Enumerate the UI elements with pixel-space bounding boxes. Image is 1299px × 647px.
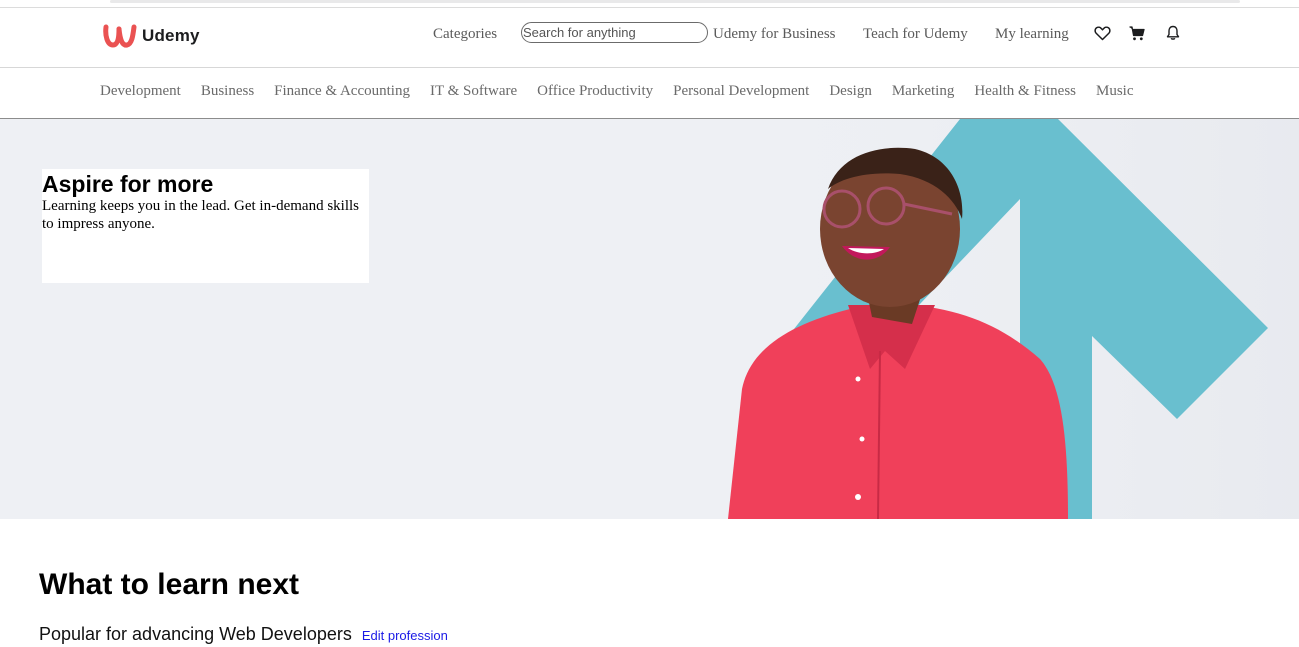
site-header: Udemy Categories Udemy for Business Teac… xyxy=(0,8,1299,68)
category-development[interactable]: Development xyxy=(100,83,181,100)
udemy-logo-icon xyxy=(103,24,137,48)
hero-subtitle: Learning keeps you in the lead. Get in-d… xyxy=(42,198,359,232)
category-list: Development Business Finance & Accountin… xyxy=(100,83,1154,100)
category-it-software[interactable]: IT & Software xyxy=(430,83,517,100)
category-marketing[interactable]: Marketing xyxy=(892,83,954,100)
notifications-button[interactable] xyxy=(1163,23,1183,43)
scroll-track xyxy=(110,0,1240,3)
categories-menu[interactable]: Categories xyxy=(433,22,497,46)
browser-top-strip xyxy=(0,0,1299,8)
category-office-productivity[interactable]: Office Productivity xyxy=(537,83,653,100)
category-design[interactable]: Design xyxy=(829,83,872,100)
my-learning-link[interactable]: My learning xyxy=(995,22,1069,46)
category-personal-development[interactable]: Personal Development xyxy=(673,83,809,100)
hero-title: Aspire for more xyxy=(42,171,214,197)
categories-label: Categories xyxy=(433,25,498,42)
udemy-logo-wordmark: Udemy xyxy=(142,26,200,45)
wishlist-button[interactable] xyxy=(1092,23,1112,43)
bell-icon xyxy=(1166,25,1180,40)
section-subtitle-row: Popular for advancing Web Developers Edi… xyxy=(39,624,448,645)
category-business[interactable]: Business xyxy=(201,83,254,100)
category-health-fitness[interactable]: Health & Fitness xyxy=(974,83,1076,100)
udemy-logo-link[interactable]: Udemy xyxy=(103,21,200,51)
category-nav: Development Business Finance & Accountin… xyxy=(0,68,1299,119)
edit-profession-link[interactable]: Edit profession xyxy=(362,628,448,643)
hero-banner: Aspire for more Learning keeps you in th… xyxy=(0,119,1299,519)
udemy-for-business-label: Udemy for Business xyxy=(713,25,836,42)
section-title: What to learn next xyxy=(39,568,300,601)
section-subtitle: Popular for advancing Web Developers xyxy=(39,624,352,644)
udemy-for-business-link[interactable]: Udemy for Business xyxy=(713,22,836,46)
category-finance-accounting[interactable]: Finance & Accounting xyxy=(274,83,410,100)
search-input[interactable] xyxy=(521,22,708,43)
cart-icon xyxy=(1129,25,1145,40)
heart-icon xyxy=(1093,25,1111,40)
teach-for-udemy-label: Teach for Udemy xyxy=(863,25,968,42)
teach-for-udemy-link[interactable]: Teach for Udemy xyxy=(863,22,968,46)
cart-button[interactable] xyxy=(1127,23,1147,43)
my-learning-label: My learning xyxy=(995,25,1069,42)
category-music[interactable]: Music xyxy=(1096,83,1134,100)
hero-text-card: Aspire for more Learning keeps you in th… xyxy=(42,169,369,283)
